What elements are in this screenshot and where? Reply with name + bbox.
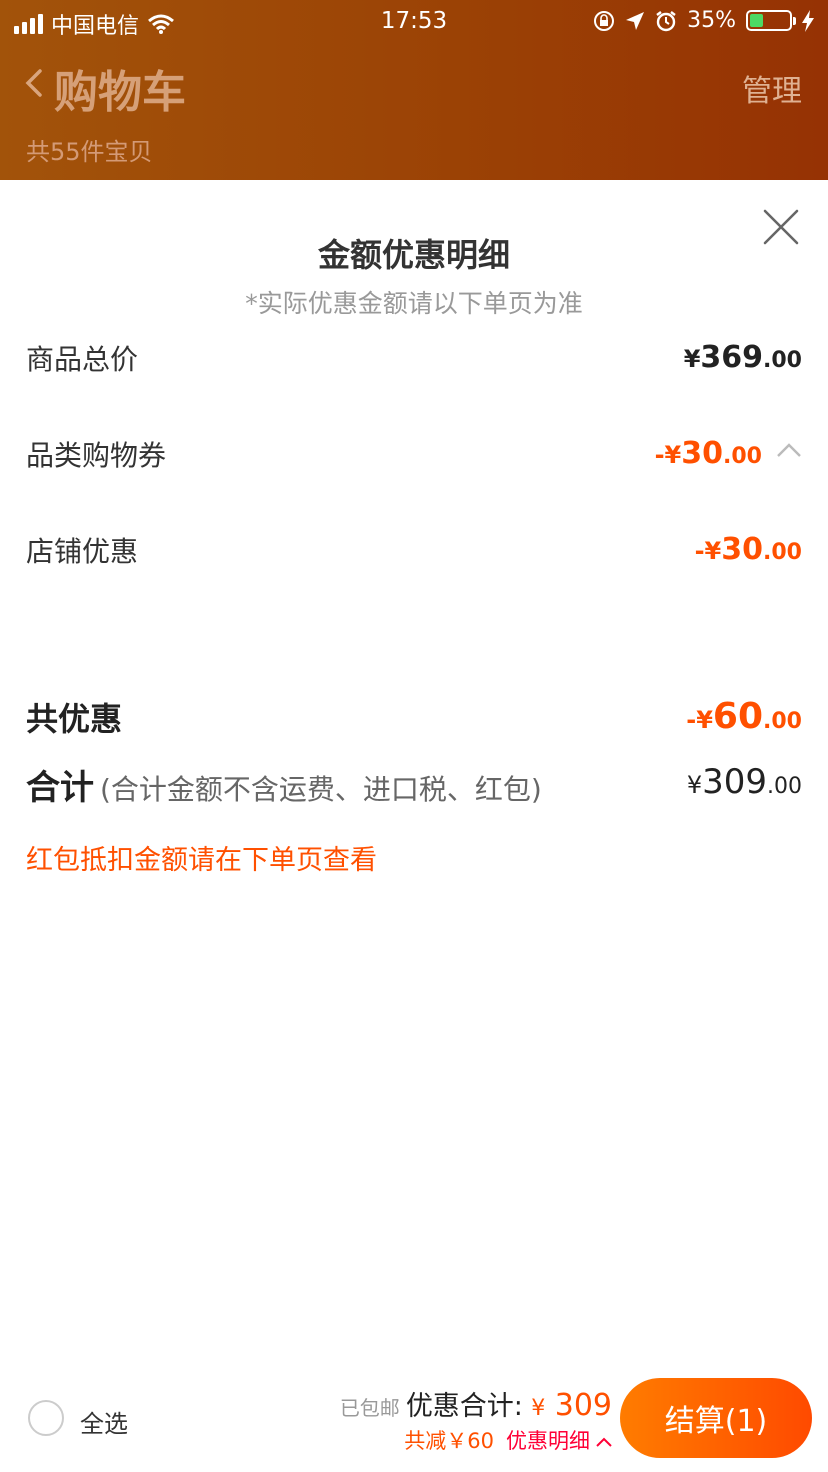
alarm-icon <box>656 10 676 31</box>
checkout-button[interactable]: 结算(1) <box>620 1378 812 1458</box>
nav-bar: 购物车 管理 <box>0 52 828 122</box>
row-category-coupon[interactable]: 品类购物券 -¥30.00 <box>26 434 802 484</box>
battery-percent: 35% <box>687 8 736 33</box>
select-all-checkbox[interactable] <box>28 1400 64 1436</box>
row-label: 品类购物券 <box>26 439 167 472</box>
row-label: 共优惠 <box>26 700 123 738</box>
item-count: 共55件宝贝 <box>26 138 153 166</box>
row-label: 店铺优惠 <box>26 535 139 568</box>
reduced-amount: 共减￥60 <box>404 1429 494 1453</box>
header: 中国电信 17:53 35% 购物车 管理 共55件宝贝 <box>0 0 828 180</box>
row-amount: -¥30.00 <box>694 532 802 567</box>
location-icon <box>626 11 645 30</box>
order-summary: 已包邮 优惠合计: ¥ 309 共减￥60 优惠明细 <box>340 1384 612 1455</box>
discount-detail-sheet: 金额优惠明细 *实际优惠金额请以下单页为准 商品总价 ¥369.00 品类购物券… <box>0 180 828 1472</box>
row-label: 商品总价 <box>26 343 139 376</box>
sum-note: (合计金额不含运费、进口税、红包) <box>100 773 542 806</box>
summary-total-line: 已包邮 优惠合计: ¥ 309 <box>340 1384 612 1423</box>
summary-reduce-line: 共减￥60 优惠明细 <box>340 1425 612 1455</box>
row-total-discount: 共优惠 -¥60.00 <box>26 694 802 744</box>
red-packet-note: 红包抵扣金额请在下单页查看 <box>26 845 377 876</box>
row-amount: ¥309.00 <box>686 762 802 802</box>
row-shop-discount: 店铺优惠 -¥30.00 <box>26 530 802 580</box>
row-amount: ¥369.00 <box>683 340 802 375</box>
page-title: 购物车 <box>54 67 186 118</box>
status-bar: 中国电信 17:53 35% <box>0 0 828 42</box>
free-shipping-label: 已包邮 <box>339 1396 400 1420</box>
row-amount: -¥60.00 <box>686 696 802 737</box>
discount-detail-link[interactable]: 优惠明细 <box>506 1429 590 1453</box>
charging-icon <box>802 9 814 32</box>
row-goods-total: 商品总价 ¥369.00 <box>26 338 802 388</box>
rotation-lock-icon <box>594 10 615 31</box>
battery-icon <box>746 10 796 31</box>
sheet-title: 金额优惠明细 <box>317 236 510 274</box>
chevron-up-icon[interactable] <box>776 440 802 460</box>
row-amount: -¥30.00 <box>654 436 762 471</box>
bottom-bar: 全选 已包邮 优惠合计: ¥ 309 共减￥60 优惠明细 结算(1) <box>0 1372 828 1472</box>
total-value: ¥ 309 <box>531 1388 612 1423</box>
status-bar-right: 35% <box>593 8 814 33</box>
row-sum: 合计 (合计金额不含运费、进口税、红包) ¥309.00 <box>26 760 802 810</box>
sheet-subtitle: *实际优惠金额请以下单页为准 <box>245 289 583 318</box>
back-icon[interactable] <box>24 68 44 98</box>
manage-button[interactable]: 管理 <box>742 66 802 110</box>
total-label: 优惠合计: <box>405 1391 523 1422</box>
select-all-label[interactable]: 全选 <box>80 1404 128 1439</box>
row-label: 合计 (合计金额不含运费、进口税、红包) <box>26 768 542 808</box>
chevron-up-icon[interactable] <box>596 1437 612 1447</box>
